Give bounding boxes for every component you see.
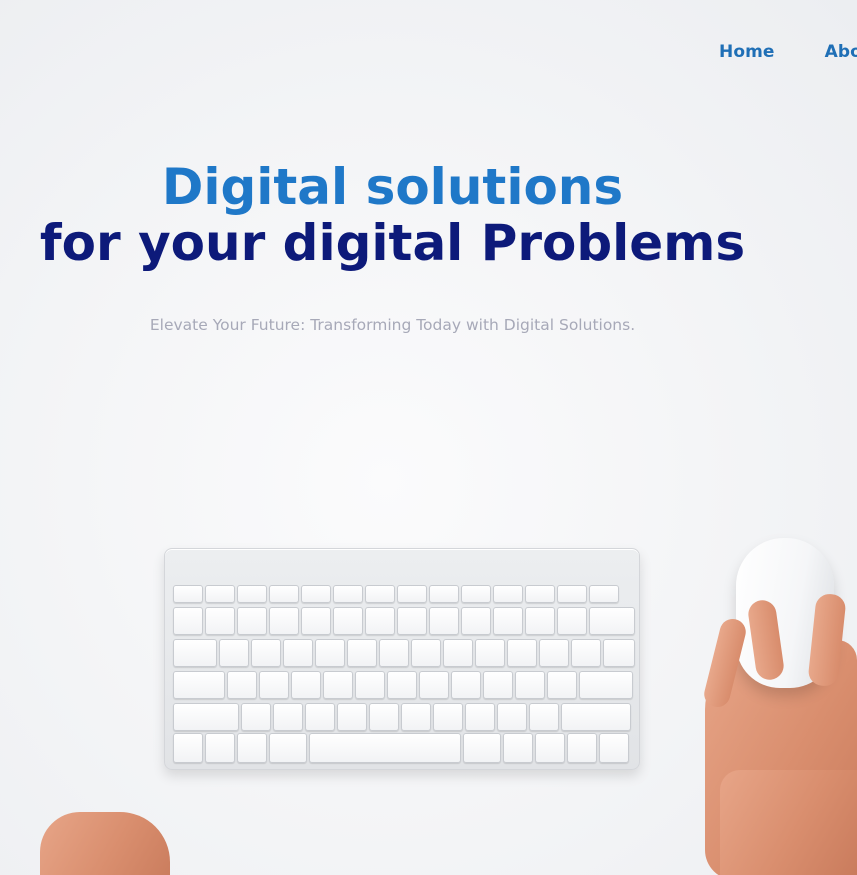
keyboard-key bbox=[315, 639, 345, 667]
main-nav: Home About bbox=[719, 42, 857, 62]
keyboard-key bbox=[525, 585, 555, 603]
keyboard-key bbox=[461, 607, 491, 635]
keyboard-key bbox=[347, 639, 377, 667]
keyboard-key bbox=[397, 607, 427, 635]
keyboard-key bbox=[561, 703, 631, 731]
keyboard-key bbox=[557, 607, 587, 635]
keyboard-key bbox=[237, 585, 267, 603]
nav-link-about[interactable]: About bbox=[825, 42, 857, 62]
keyboard-key bbox=[529, 703, 559, 731]
keyboard-key bbox=[241, 703, 271, 731]
keyboard-key bbox=[539, 639, 569, 667]
keyboard-key bbox=[205, 607, 235, 635]
keyboard-key bbox=[463, 733, 501, 763]
keyboard-key bbox=[493, 585, 523, 603]
keyboard-key bbox=[507, 639, 537, 667]
keyboard-key bbox=[323, 671, 353, 699]
keyboard-key bbox=[301, 607, 331, 635]
keyboard-key bbox=[397, 585, 427, 603]
keyboard-key bbox=[429, 585, 459, 603]
keyboard-key bbox=[443, 639, 473, 667]
keyboard-key bbox=[173, 703, 239, 731]
keyboard-key bbox=[433, 703, 463, 731]
hero-tagline: Elevate Your Future: Transforming Today … bbox=[149, 316, 636, 334]
keyboard-key bbox=[173, 585, 203, 603]
keyboard-key bbox=[237, 607, 267, 635]
keyboard-key bbox=[251, 639, 281, 667]
keyboard-key bbox=[503, 733, 533, 763]
keyboard-key bbox=[567, 733, 597, 763]
keyboard-key bbox=[365, 585, 395, 603]
keyboard-key bbox=[461, 585, 491, 603]
keyboard-key bbox=[355, 671, 385, 699]
left-hand-image bbox=[40, 812, 170, 875]
keyboard-key bbox=[309, 733, 461, 763]
keyboard-key bbox=[401, 703, 431, 731]
keyboard-key bbox=[283, 639, 313, 667]
keyboard-key bbox=[259, 671, 289, 699]
keyboard-key bbox=[483, 671, 513, 699]
keyboard-image bbox=[164, 548, 640, 770]
keyboard-key bbox=[547, 671, 577, 699]
keyboard-key bbox=[493, 607, 523, 635]
keyboard-key bbox=[589, 585, 619, 603]
keyboard-key bbox=[173, 733, 203, 763]
keyboard-key bbox=[515, 671, 545, 699]
keyboard-key bbox=[269, 733, 307, 763]
keyboard-key bbox=[497, 703, 527, 731]
keyboard-key bbox=[557, 585, 587, 603]
keyboard-key bbox=[333, 585, 363, 603]
keyboard-key bbox=[535, 733, 565, 763]
hero-title-line2: for your digital Problems bbox=[39, 214, 746, 272]
keyboard-key bbox=[525, 607, 555, 635]
keyboard-key bbox=[305, 703, 335, 731]
nav-link-home[interactable]: Home bbox=[719, 42, 775, 62]
keyboard-key bbox=[429, 607, 459, 635]
keyboard-key bbox=[205, 585, 235, 603]
keyboard-key bbox=[475, 639, 505, 667]
keyboard-key bbox=[269, 585, 299, 603]
keyboard-key bbox=[451, 671, 481, 699]
keyboard-key bbox=[599, 733, 629, 763]
keyboard-key bbox=[571, 639, 601, 667]
keyboard-key bbox=[387, 671, 417, 699]
keyboard-key bbox=[465, 703, 495, 731]
keyboard-key bbox=[173, 639, 217, 667]
hero-title-line1: Digital solutions bbox=[161, 158, 624, 216]
keyboard-key bbox=[173, 671, 225, 699]
keyboard-key bbox=[269, 607, 299, 635]
keyboard-key bbox=[365, 607, 395, 635]
keyboard-key bbox=[379, 639, 409, 667]
keyboard-key bbox=[333, 607, 363, 635]
keyboard-key bbox=[291, 671, 321, 699]
keyboard-key bbox=[369, 703, 399, 731]
keyboard-key bbox=[603, 639, 635, 667]
keyboard-key bbox=[173, 607, 203, 635]
keyboard-key bbox=[237, 733, 267, 763]
keyboard-key bbox=[219, 639, 249, 667]
keyboard-key bbox=[589, 607, 635, 635]
keyboard-key bbox=[301, 585, 331, 603]
keyboard-key bbox=[227, 671, 257, 699]
keyboard-key bbox=[419, 671, 449, 699]
keyboard-key bbox=[273, 703, 303, 731]
keyboard-key bbox=[579, 671, 633, 699]
right-wrist-image bbox=[720, 770, 857, 875]
keyboard-key bbox=[205, 733, 235, 763]
hero-page: Home About Digital solutions for your di… bbox=[0, 0, 857, 875]
keyboard-key bbox=[337, 703, 367, 731]
keyboard-key bbox=[411, 639, 441, 667]
